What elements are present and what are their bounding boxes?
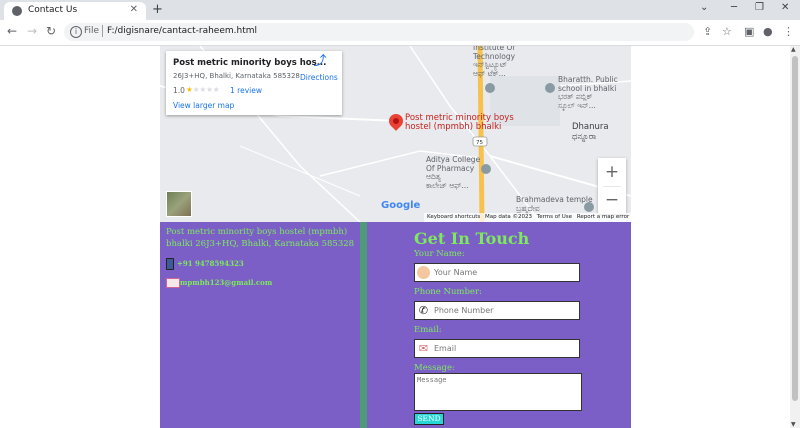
name-input[interactable] (434, 266, 574, 279)
scroll-up-arrow-icon[interactable]: ▲ (791, 46, 796, 53)
map-data-text: Map data ©2023 (485, 214, 533, 220)
place-address: 26J3+HQ, Bhalki, Karnataka 585328 (173, 72, 300, 80)
share-icon[interactable]: ⇪ (703, 25, 712, 38)
name-label: Your Name: (414, 249, 465, 259)
tab-title: Contact Us (28, 5, 78, 15)
satellite-thumbnail[interactable] (166, 191, 192, 217)
rating-stars-icon: ★★★★★ (186, 85, 220, 94)
phone-icon: ✆ (418, 304, 429, 317)
phone-field[interactable]: ✆ (414, 301, 580, 320)
browser-toolbar: ← → ↻ i File F:/digisnare/cantact-raheem… (0, 20, 800, 46)
zoom-in-button[interactable]: + (598, 158, 626, 186)
map-footer: Keyboard shortcuts Map data ©2023 Terms … (424, 213, 631, 222)
pin-label[interactable]: Post metric minority boys hostel (mpmbh)… (405, 114, 514, 132)
new-tab-button[interactable]: + (152, 2, 163, 17)
message-textarea[interactable] (414, 373, 582, 411)
directions-link[interactable]: Directions (300, 73, 338, 82)
back-button[interactable]: ← (7, 24, 17, 38)
map-label-institute: Institute Of Technology ಇನ್‌ಸ್ಟಿಟ್ಯೂಟ್ ಆ… (473, 46, 516, 78)
directions-icon[interactable]: ⤴ (313, 55, 327, 69)
contact-address: Post metric minority boys hostel (mpmbh)… (166, 227, 355, 249)
phone-label: Phone Number: (414, 287, 482, 297)
envelope-icon (166, 278, 180, 288)
phone-input[interactable] (434, 304, 574, 317)
tab-contact-us[interactable]: Contact Us ✕ (4, 2, 146, 20)
place-name: Post metric minority boys hos... (173, 58, 327, 68)
tab-bar: Contact Us ✕ + ⌄ ─ ❐ ✕ (0, 0, 800, 20)
scroll-down-arrow-icon[interactable]: ▼ (791, 421, 796, 428)
star-empty-icon: ★★★★ (192, 85, 220, 94)
star-filled-icon: ★ (186, 85, 193, 94)
url-text[interactable]: F:/digisnare/cantact-raheem.html (107, 26, 257, 36)
forward-button[interactable]: → (27, 24, 37, 38)
zoom-separator (603, 186, 621, 187)
view-larger-map-link[interactable]: View larger map (173, 101, 234, 110)
address-bar[interactable]: i File F:/digisnare/cantact-raheem.html (64, 23, 694, 41)
keyboard-shortcuts-link[interactable]: Keyboard shortcuts (427, 214, 480, 220)
close-tab-icon[interactable]: ✕ (130, 4, 138, 15)
scroll-thumb[interactable] (792, 56, 798, 401)
contact-phone: +91 9478594323 (177, 259, 244, 268)
form-heading: Get In Touch (414, 229, 530, 248)
contact-phone-row: +91 9478594323 (166, 258, 244, 270)
mobile-phone-icon (166, 258, 174, 270)
star-icon[interactable]: ☆ (722, 25, 732, 38)
tab-search-icon[interactable]: ⌄ (700, 2, 708, 13)
globe-icon (12, 6, 22, 16)
email-label: Email: (414, 325, 442, 335)
map-label-dhanura: Dhanura ಧನ್ನೂರಾ (572, 122, 609, 142)
send-button[interactable]: SEND (414, 413, 444, 425)
close-window-button[interactable]: ✕ (781, 2, 789, 13)
mail-icon: ✉ (418, 342, 429, 355)
maximize-button[interactable]: ❐ (755, 2, 764, 13)
name-field[interactable] (414, 263, 580, 282)
place-card: Post metric minority boys hos... 26J3+HQ… (166, 51, 342, 115)
minimize-button[interactable]: ─ (731, 2, 737, 13)
zoom-controls: + − (598, 158, 626, 214)
email-input[interactable] (434, 342, 574, 355)
map-label-aditya: Aditya College Of Pharmacy ಆದಿತ್ಯ ಕಾಲೇಜ್… (426, 155, 481, 190)
terms-link[interactable]: Terms of Use (537, 214, 572, 220)
review-link[interactable]: 1 review (230, 86, 262, 95)
zoom-out-button[interactable]: − (598, 186, 626, 214)
place-rating: 1.0 (173, 86, 185, 95)
url-scheme: File (84, 26, 100, 36)
page-scrollbar[interactable]: ▲ ▼ (790, 46, 800, 428)
map-label-brahmadeva: Brahmadeva temple ಬ್ರಹ್ಮದೇವ (516, 195, 593, 213)
pin-dot (391, 116, 401, 126)
google-logo: Google (381, 200, 421, 211)
contact-email-row: mpmbh123@gmail.com (166, 278, 272, 288)
road-number-label: 75 (476, 140, 483, 146)
info-icon[interactable]: i (70, 26, 82, 38)
embedded-map[interactable]: Post metric minority boys hos... 26J3+HQ… (160, 46, 631, 222)
email-field[interactable]: ✉ (414, 339, 580, 358)
contact-email: mpmbh123@gmail.com (180, 278, 273, 287)
sidebar-icon[interactable]: ▣ (744, 25, 754, 38)
url-separator (102, 25, 103, 37)
profile-icon[interactable]: ● (763, 25, 773, 38)
report-error-link[interactable]: Report a map error (577, 214, 629, 220)
menu-icon[interactable]: ⋮ (783, 25, 794, 38)
contact-section: Post metric minority boys hostel (mpmbh)… (160, 222, 631, 428)
map-label-bharath: Bharatth. Public school in bhalki ಭರತ್ ಪ… (558, 75, 618, 110)
user-icon (417, 266, 430, 279)
message-label: Message: (414, 363, 455, 373)
section-divider (360, 222, 367, 428)
reload-button[interactable]: ↻ (46, 24, 56, 38)
